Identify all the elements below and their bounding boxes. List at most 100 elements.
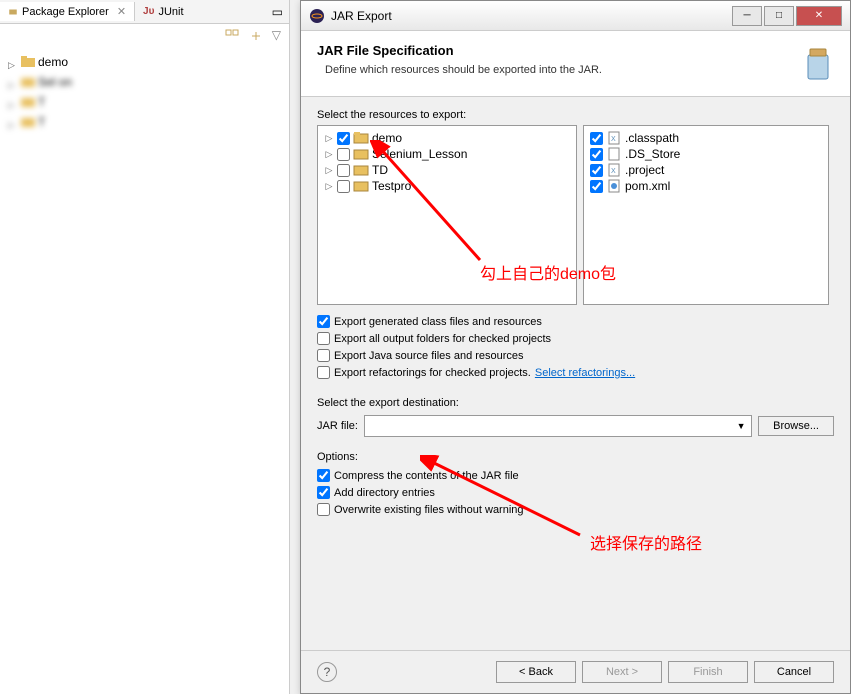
resource-checkbox[interactable]	[590, 180, 603, 193]
resource-label: TD	[372, 163, 388, 177]
resource-label: pom.xml	[625, 179, 670, 193]
option-row[interactable]: Overwrite existing files without warning	[317, 501, 834, 518]
option-checkbox[interactable]	[317, 366, 330, 379]
help-icon[interactable]: ?	[317, 662, 337, 682]
resource-checkbox[interactable]	[590, 132, 603, 145]
option-checkbox[interactable]	[317, 332, 330, 345]
close-button[interactable]: ✕	[796, 6, 842, 26]
resource-file-item[interactable]: X .project	[588, 162, 824, 178]
tree-item-label: demo	[38, 55, 68, 69]
destination-section: Select the export destination: JAR file:…	[317, 397, 834, 437]
browse-button[interactable]: Browse...	[758, 416, 834, 436]
export-option-row[interactable]: Export generated class files and resourc…	[317, 313, 834, 330]
dropdown-arrow-icon[interactable]: ▼	[733, 418, 749, 434]
jar-file-combo[interactable]: ▼	[364, 415, 752, 437]
finish-button[interactable]: Finish	[668, 661, 748, 683]
option-checkbox[interactable]	[317, 315, 330, 328]
eclipse-icon	[309, 8, 325, 24]
resource-item-demo[interactable]: ▷ demo	[322, 130, 572, 146]
next-button[interactable]: Next >	[582, 661, 662, 683]
tree-item[interactable]: Sel on	[4, 72, 285, 92]
option-checkbox[interactable]	[317, 469, 330, 482]
dialog-title: JAR Export	[331, 9, 730, 23]
tree-item[interactable]: T	[4, 112, 285, 132]
option-checkbox[interactable]	[317, 349, 330, 362]
package-icon	[8, 7, 18, 17]
project-icon	[20, 54, 36, 70]
back-button[interactable]: < Back	[496, 661, 576, 683]
resource-label: .project	[625, 163, 664, 177]
resource-file-item[interactable]: X .classpath	[588, 130, 824, 146]
expand-arrow-icon[interactable]: ▷	[324, 133, 334, 144]
header-title: JAR File Specification	[317, 43, 834, 58]
tree-item[interactable]: T	[4, 92, 285, 112]
file-icon	[606, 147, 622, 161]
tab-label: Package Explorer	[22, 6, 109, 18]
resource-item[interactable]: ▷ TD	[322, 162, 572, 178]
resource-item[interactable]: ▷ Selenium_Lesson	[322, 146, 572, 162]
maximize-button[interactable]: □	[764, 6, 794, 26]
cancel-button[interactable]: Cancel	[754, 661, 834, 683]
dialog-body: Select the resources to export: ▷ demo ▷…	[301, 97, 850, 530]
resources-left-pane[interactable]: ▷ demo ▷ Selenium_Lesson ▷ TD	[317, 125, 577, 305]
tree-item-demo[interactable]: demo	[4, 52, 285, 72]
expand-arrow-icon[interactable]: ▷	[324, 181, 334, 192]
resource-file-item[interactable]: pom.xml	[588, 178, 824, 194]
resource-checkbox[interactable]	[337, 148, 350, 161]
resource-label: demo	[372, 131, 402, 145]
export-option-row[interactable]: Export refactorings for checked projects…	[317, 364, 834, 381]
expand-arrow-icon[interactable]	[8, 117, 18, 127]
package-explorer-panel: Package Explorer ✕ Jυ JUnit ▭ ▽ demo Sel…	[0, 0, 290, 694]
explorer-tabs: Package Explorer ✕ Jυ JUnit ▭	[0, 0, 289, 24]
dialog-footer: ? < Back Next > Finish Cancel	[301, 650, 850, 693]
expand-arrow-icon[interactable]	[8, 57, 18, 67]
resource-label: .DS_Store	[625, 147, 680, 161]
option-label: Add directory entries	[334, 487, 435, 499]
resource-checkbox[interactable]	[337, 164, 350, 177]
tab-package-explorer[interactable]: Package Explorer ✕	[0, 2, 135, 21]
option-row[interactable]: Compress the contents of the JAR file	[317, 467, 834, 484]
junit-icon: Jυ	[143, 6, 154, 17]
resource-checkbox[interactable]	[590, 148, 603, 161]
tree-item-label: T	[38, 95, 45, 109]
resources-right-pane[interactable]: X .classpath .DS_Store X .project pom.xm…	[583, 125, 829, 305]
resource-label: Selenium_Lesson	[372, 147, 467, 161]
expand-arrow-icon[interactable]	[8, 77, 18, 87]
expand-arrow-icon[interactable]	[8, 97, 18, 107]
option-label: Export Java source files and resources	[334, 350, 524, 362]
resource-checkbox[interactable]	[590, 164, 603, 177]
resource-checkbox[interactable]	[337, 132, 350, 145]
link-icon[interactable]	[248, 28, 264, 44]
resource-file-item[interactable]: .DS_Store	[588, 146, 824, 162]
tab-junit[interactable]: Jυ JUnit	[135, 3, 191, 21]
project-folder-icon	[353, 179, 369, 193]
option-checkbox[interactable]	[317, 503, 330, 516]
resource-checkbox[interactable]	[337, 180, 350, 193]
expand-arrow-icon[interactable]: ▷	[324, 165, 334, 176]
project-icon	[20, 114, 36, 130]
export-option-row[interactable]: Export Java source files and resources	[317, 347, 834, 364]
close-icon[interactable]: ✕	[117, 5, 126, 18]
svg-text:X: X	[611, 136, 616, 143]
menu-icon[interactable]: ▽	[272, 28, 281, 44]
option-checkbox[interactable]	[317, 486, 330, 499]
file-icon: X	[606, 163, 622, 177]
tree-item-label: Sel on	[38, 75, 72, 89]
dialog-header: JAR File Specification Define which reso…	[301, 31, 850, 97]
options-section: Options: Compress the contents of the JA…	[317, 451, 834, 518]
resource-item[interactable]: ▷ Testpro	[322, 178, 572, 194]
minimize-icon[interactable]: ▭	[272, 5, 289, 19]
jar-file-input[interactable]	[365, 416, 731, 436]
dialog-titlebar[interactable]: JAR Export ─ □ ✕	[301, 1, 850, 31]
jar-icon	[798, 43, 838, 83]
export-option-row[interactable]: Export all output folders for checked pr…	[317, 330, 834, 347]
tree-item-label: T	[38, 115, 45, 129]
option-row[interactable]: Add directory entries	[317, 484, 834, 501]
resource-label: .classpath	[625, 131, 679, 145]
select-refactorings-link[interactable]: Select refactorings...	[535, 367, 635, 379]
collapse-icon[interactable]	[224, 28, 240, 44]
minimize-button[interactable]: ─	[732, 6, 762, 26]
expand-arrow-icon[interactable]: ▷	[324, 149, 334, 160]
svg-text:X: X	[611, 168, 616, 175]
jar-file-label: JAR file:	[317, 420, 358, 432]
